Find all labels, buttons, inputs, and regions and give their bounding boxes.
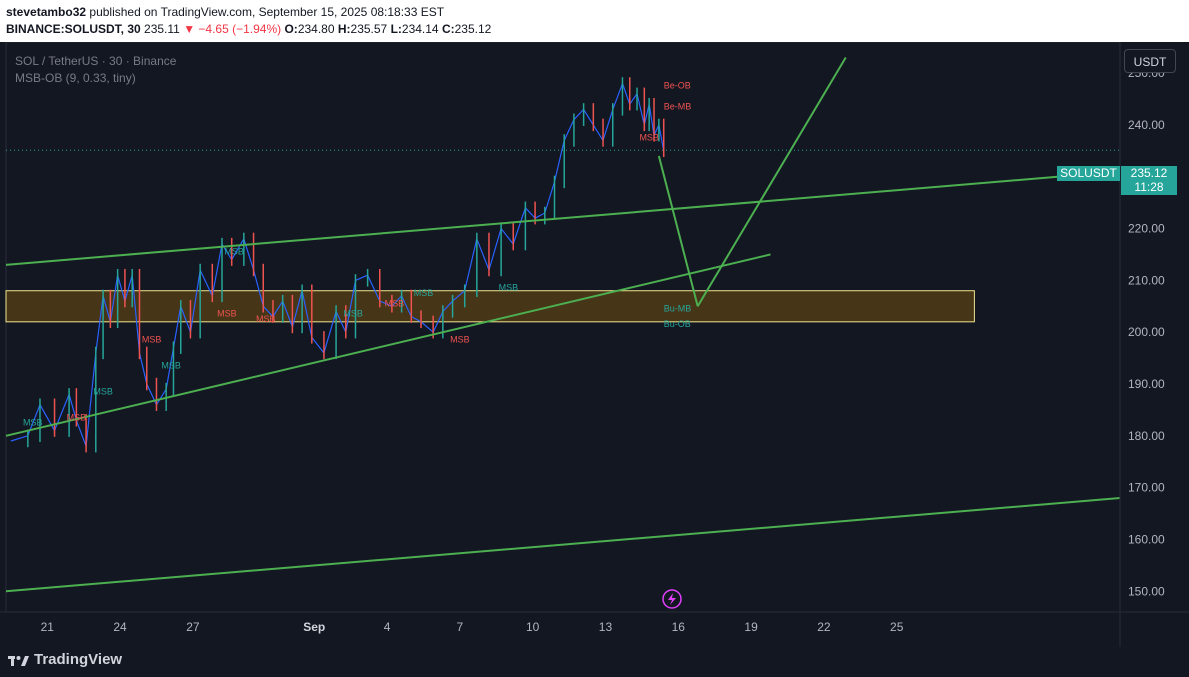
tradingview-logo[interactable]: TradingView: [8, 651, 122, 668]
y-tick-label: 180.00: [1128, 429, 1165, 443]
support-zone: [5, 290, 975, 323]
x-tick-label: 13: [599, 620, 613, 634]
currency-button[interactable]: USDT: [1124, 49, 1176, 73]
symbol-ohlc: BINANCE:SOLUSDT, 30 235.11 ▼ −4.65 (−1.9…: [6, 22, 491, 36]
y-tick-label: 160.00: [1128, 532, 1165, 546]
y-tick-label: 190.00: [1128, 377, 1165, 391]
x-tick-label: 27: [186, 620, 200, 634]
current-price-tag: SOLUSDT 235.12 11:28: [1057, 166, 1177, 195]
msb-label: MSB: [256, 314, 276, 324]
x-tick-label: 16: [672, 620, 686, 634]
tradingview-logo-text: TradingView: [34, 651, 123, 668]
msb-label: MSB: [450, 335, 470, 345]
legend-symbol[interactable]: SOL / TetherUS · 30 · Binance: [15, 53, 176, 70]
high-value: 235.57: [350, 22, 388, 36]
price-tag-value: 235.12: [1121, 166, 1177, 181]
y-tick-label: 170.00: [1128, 481, 1165, 495]
msb-label: MSB: [23, 417, 43, 427]
x-tick-label: 7: [457, 620, 464, 634]
x-tick-label: 25: [890, 620, 904, 634]
y-tick-label: 200.00: [1128, 325, 1165, 339]
msb-label: Bu-MB: [664, 303, 692, 313]
price-tag-symbol: SOLUSDT: [1057, 166, 1120, 181]
open-value: 234.80: [297, 22, 335, 36]
close-label: C:: [441, 22, 455, 36]
chart-legend: SOL / TetherUS · 30 · Binance MSB-OB (9,…: [15, 53, 176, 87]
msb-label: MSB: [414, 288, 434, 298]
msb-label: MSB: [343, 309, 363, 319]
close-value: 235.12: [454, 22, 492, 36]
msb-label: MSB: [93, 386, 113, 396]
low-value: 234.14: [401, 22, 439, 36]
price-tag-countdown: 11:28: [1121, 180, 1177, 195]
x-tick-label: 10: [526, 620, 540, 634]
msb-label: MSB: [499, 283, 519, 293]
x-tick-label: 24: [113, 620, 127, 634]
msb-label: MSB: [161, 360, 181, 370]
tradingview-icon: [8, 655, 29, 666]
msb-label: MSB: [142, 335, 162, 345]
x-tick-label: 22: [817, 620, 831, 634]
y-tick-label: 210.00: [1128, 273, 1165, 287]
msb-label: MSB: [224, 246, 244, 256]
msb-label: MSB: [67, 412, 87, 422]
msb-label: Be-MB: [664, 101, 692, 111]
chart-area[interactable]: MSB MSB MSB MSB MSB MSB MSB MSB MSB MSB MSB MSB MSB M…: [0, 41, 1189, 647]
publish-info: stevetambo32 published on TradingView.co…: [6, 5, 444, 19]
last-price: 235.11: [144, 22, 180, 36]
msb-label: Be-OB: [664, 81, 691, 91]
footer: TradingView: [0, 647, 1189, 677]
x-tick-label: Sep: [303, 620, 325, 634]
x-tick-label: 21: [41, 620, 55, 634]
publisher-name[interactable]: stevetambo32: [6, 5, 86, 19]
msb-label: MSB: [385, 298, 405, 308]
legend-indicator[interactable]: MSB-OB (9, 0.33, tiny): [15, 70, 176, 87]
y-tick-label: 240.00: [1128, 118, 1165, 132]
msb-label: MSB: [639, 132, 659, 142]
publish-header: stevetambo32 published on TradingView.co…: [0, 0, 1189, 42]
y-tick-label: 150.00: [1128, 584, 1165, 598]
price-chart[interactable]: MSB MSB MSB MSB MSB MSB MSB MSB MSB MSB MSB MSB MSB M…: [0, 41, 1189, 647]
msb-label: MSB: [217, 309, 237, 319]
low-label: L:: [390, 22, 402, 36]
y-tick-label: 220.00: [1128, 222, 1165, 236]
symbol-line: BINANCE:SOLUSDT, 30: [6, 22, 141, 36]
open-label: O:: [284, 22, 298, 36]
x-tick-label: 4: [384, 620, 391, 634]
plot-frame: [5, 41, 1121, 613]
published-text: published on TradingView.com, September …: [89, 5, 445, 19]
price-change: ▼ −4.65 (−1.94%): [183, 22, 282, 36]
x-tick-label: 19: [744, 620, 758, 634]
high-label: H:: [337, 22, 351, 36]
msb-label: Bu-OB: [664, 319, 691, 329]
